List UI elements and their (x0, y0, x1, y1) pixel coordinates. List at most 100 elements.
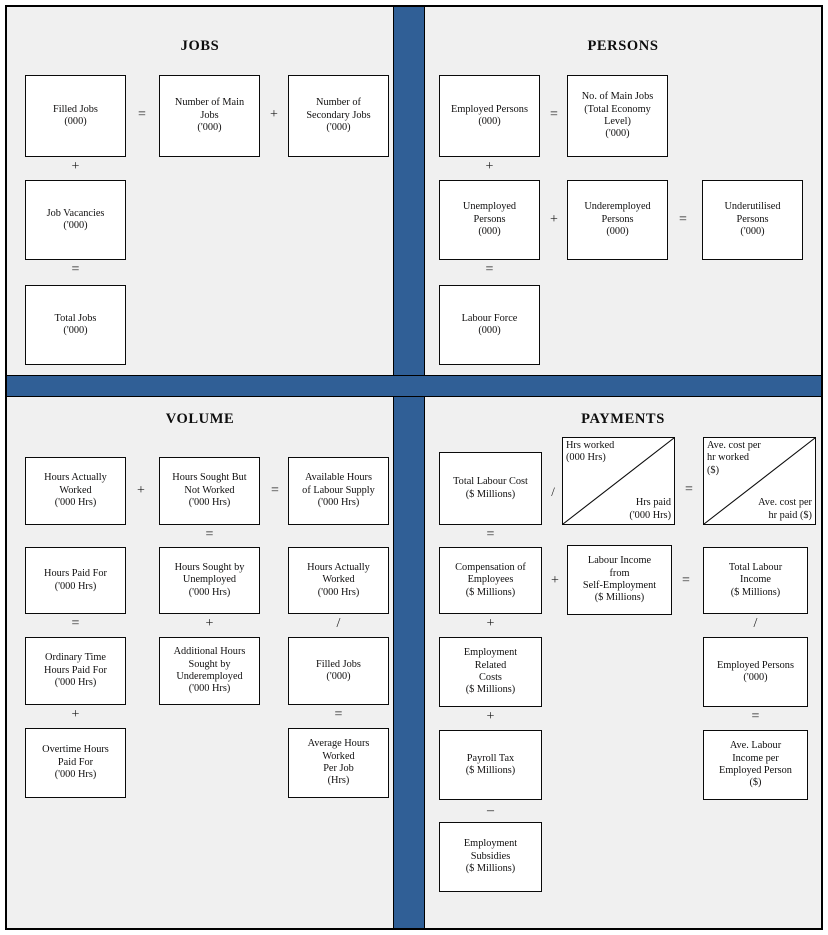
box-employment-subsidies-label: Employment Subsidies ($ Millions) (463, 838, 518, 875)
operator-divide-volume-c3-r2r3: / (336, 616, 341, 631)
box-hours-actually-worked-label: Hours Actually Worked ('000 Hrs) (44, 472, 107, 509)
box-filled-jobs: Filled Jobs (000) (25, 75, 126, 157)
box-hours-actually-worked-2: Hours Actually Worked ('000 Hrs) (288, 547, 389, 614)
box-average-hours-worked-per-job: Average Hours Worked Per Job (Hrs) (288, 728, 389, 798)
box-hours-actually-worked-2-label: Hours Actually Worked ('000 Hrs) (307, 561, 370, 598)
box-available-hours-of-labour-supply-label: Available Hours of Labour Supply ('000 Hrs… (302, 472, 375, 509)
box-job-vacancies-label: Job Vacancies ('000) (46, 207, 105, 231)
box-total-labour-income: Total Labour Income ($ Millions) (703, 547, 808, 614)
box-hours-sought-but-not-worked: Hours Sought But Not Worked ('000 Hrs) (159, 457, 260, 525)
operator-equals-volume-c2-r1r2: = (205, 527, 214, 542)
box-hours-worked-paid-split: Hrs worked (000 Hrs) Hrs paid ('000 Hrs) (562, 437, 675, 525)
operator-minus-payments-c1-r4r5: – (487, 803, 494, 818)
box-underemployed-persons: Underemployed Persons (000) (567, 180, 668, 260)
box-employed-persons-payments-label: Employed Persons ('000) (717, 659, 794, 683)
operator-equals-employed-persons: = (550, 107, 558, 122)
box-ave-cost-per-hr-worked-label: Ave. cost per hr worked ($) (707, 440, 761, 476)
quadrant-title-volume: VOLUME (165, 411, 235, 427)
box-no-of-main-jobs-total-economy-label: No. of Main Jobs (Total Economy Level) ('00… (581, 91, 654, 140)
box-total-jobs: Total Jobs ('000) (25, 285, 126, 365)
quadrant-jobs: JOBS Filled Jobs (000) = Number of Main Jo… (7, 7, 393, 375)
box-hours-paid-for-label: Hours Paid For ('000 Hrs) (44, 568, 107, 592)
box-underutilised-persons: Underutilised Persons ('000) (702, 180, 803, 260)
operator-equals-volume-c3-r3r4: = (334, 707, 343, 722)
box-number-of-main-jobs-label: Number of Main Jobs ('000) (174, 97, 245, 134)
box-employed-persons-label: Employed Persons (000) (451, 103, 528, 127)
operator-divide-payments-c3-r2r3: / (753, 616, 758, 631)
box-employment-related-costs-label: Employment Related Costs ($ Millions) (463, 647, 518, 696)
box-average-hours-worked-per-job-label: Average Hours Worked Per Job (Hrs) (307, 738, 370, 787)
box-available-hours-of-labour-supply: Available Hours of Labour Supply ('000 Hrs… (288, 457, 389, 525)
box-job-vacancies: Job Vacancies ('000) (25, 180, 126, 260)
operator-plus-payments-c1-r2r3: + (486, 616, 495, 631)
operator-equals-total-labour-income: = (682, 573, 690, 588)
box-number-of-secondary-jobs-label: Number of Secondary Jobs ('000) (306, 97, 371, 134)
operator-equals-payments-c3-r3r4: = (751, 709, 760, 724)
operator-plus-comp-self-employment: + (551, 573, 559, 588)
box-employment-subsidies: Employment Subsidies ($ Millions) (439, 822, 542, 892)
quadrant-persons: PERSONS Employed Persons (000) = No. of M… (425, 7, 821, 375)
operator-equals-volume-r1: = (271, 483, 279, 498)
operator-equals-labour-force: = (485, 262, 494, 277)
operator-plus-payments-c1-r3r4: + (486, 709, 495, 724)
quadrant-title-jobs: JOBS (180, 38, 220, 54)
box-overtime-hours-paid-for: Overtime Hours Paid For ('000 Hrs) (25, 728, 126, 798)
box-ave-labour-income-per-employed-person: Ave. Labour Income per Employed Person ($) (703, 730, 808, 800)
vertical-divider (393, 7, 425, 928)
quadrant-payments: PAYMENTS Total Labour Cost ($ Millions) /… (425, 397, 821, 928)
box-unemployed-persons: Unemployed Persons (000) (439, 180, 540, 260)
horizontal-divider (7, 375, 821, 397)
box-ave-labour-income-per-employed-person-label: Ave. Labour Income per Employed Person ($) (719, 740, 792, 789)
operator-equals-volume-c1-r2r3: = (71, 616, 80, 631)
quadrant-title-persons: PERSONS (587, 38, 659, 54)
box-number-of-main-jobs: Number of Main Jobs ('000) (159, 75, 260, 157)
box-hours-sought-but-not-worked-label: Hours Sought But Not Worked ('000 Hrs) (172, 472, 247, 509)
quadrant-volume: VOLUME Hours Actually Worked ('000 Hrs) + … (7, 397, 393, 928)
box-ordinary-time-hours-paid-for: Ordinary Time Hours Paid For ('000 Hrs) (25, 637, 126, 705)
box-number-of-secondary-jobs: Number of Secondary Jobs ('000) (288, 75, 389, 157)
box-labour-income-from-self-employment: Labour Income from Self-Employment ($ Milli… (567, 545, 672, 615)
operator-equals-hours-cost: = (685, 482, 693, 497)
box-unemployed-persons-label: Unemployed Persons (000) (462, 201, 517, 238)
operator-equals-total-jobs: = (71, 262, 80, 277)
box-underemployed-persons-label: Underemployed Persons (000) (584, 201, 651, 238)
box-compensation-of-employees: Compensation of Employees ($ Millions) (439, 547, 542, 614)
box-total-jobs-label: Total Jobs ('000) (54, 312, 97, 336)
box-hours-paid-label: Hrs paid ('000 Hrs) (629, 497, 671, 521)
box-labour-income-from-self-employment-label: Labour Income from Self-Employment ($ Milli… (582, 555, 657, 604)
box-filled-jobs-volume-label: Filled Jobs ('000) (316, 658, 361, 682)
box-hours-sought-by-unemployed-label: Hours Sought by Unemployed ('000 Hrs) (174, 561, 245, 598)
box-hours-actually-worked: Hours Actually Worked ('000 Hrs) (25, 457, 126, 525)
operator-plus-volume-c2-r2r3: + (205, 616, 214, 631)
box-underutilised-persons-label: Underutilised Persons ('000) (724, 201, 781, 238)
operator-plus-volume-r1: + (137, 483, 145, 498)
box-overtime-hours-paid-for-label: Overtime Hours Paid For ('000 Hrs) (42, 744, 109, 781)
operator-equals-payments-c1-r1r2: = (486, 527, 495, 542)
operator-plus-unemployed-underemployed: + (550, 212, 558, 227)
box-hours-paid-for: Hours Paid For ('000 Hrs) (25, 547, 126, 614)
box-filled-jobs-label: Filled Jobs (000) (53, 103, 98, 127)
box-total-labour-cost: Total Labour Cost ($ Millions) (439, 452, 542, 525)
operator-plus-employed-unemployed: + (485, 159, 494, 174)
operator-equals-filled-jobs: = (138, 107, 146, 122)
box-employment-related-costs: Employment Related Costs ($ Millions) (439, 637, 542, 707)
box-payroll-tax-label: Payroll Tax ($ Millions) (465, 752, 516, 776)
box-no-of-main-jobs-total-economy: No. of Main Jobs (Total Economy Level) ('00… (567, 75, 668, 157)
operator-plus-main-secondary: + (270, 107, 278, 122)
box-total-labour-cost-label: Total Labour Cost ($ Millions) (453, 476, 528, 500)
quadrant-title-payments: PAYMENTS (581, 411, 665, 427)
box-employed-persons: Employed Persons (000) (439, 75, 540, 157)
box-ave-cost-split: Ave. cost per hr worked ($) Ave. cost per h… (703, 437, 816, 525)
operator-plus-filled-vacancies: + (71, 159, 80, 174)
operator-equals-underutilised: = (679, 212, 687, 227)
box-additional-hours-sought-by-underemployed-label: Additional Hours Sought by Underemployed ('… (173, 646, 246, 695)
box-total-labour-income-label: Total Labour Income ($ Millions) (728, 561, 783, 598)
box-employed-persons-payments: Employed Persons ('000) (703, 637, 808, 707)
operator-divide-cost-hours: / (551, 484, 555, 499)
box-hours-worked-label: Hrs worked (000 Hrs) (566, 440, 615, 464)
box-additional-hours-sought-by-underemployed: Additional Hours Sought by Underemployed ('… (159, 637, 260, 705)
box-compensation-of-employees-label: Compensation of Employees ($ Millions) (455, 561, 526, 598)
box-ordinary-time-hours-paid-for-label: Ordinary Time Hours Paid For ('000 Hrs) (44, 652, 107, 689)
box-filled-jobs-volume: Filled Jobs ('000) (288, 637, 389, 705)
box-hours-sought-by-unemployed: Hours Sought by Unemployed ('000 Hrs) (159, 547, 260, 614)
